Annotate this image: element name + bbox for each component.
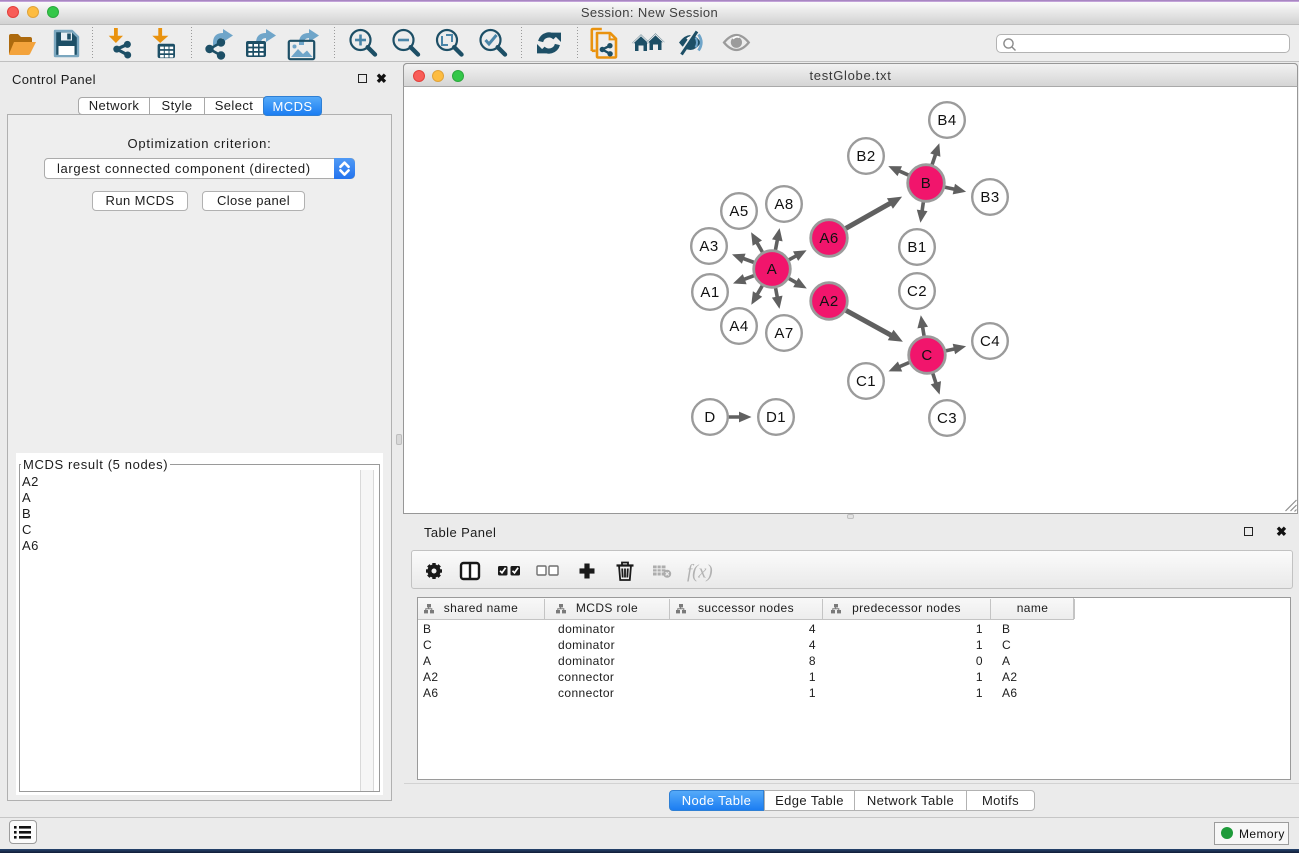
svg-text:D1: D1 [766, 409, 786, 426]
svg-text:B: B [921, 175, 931, 192]
svg-text:A8: A8 [774, 196, 793, 213]
svg-text:C3: C3 [937, 410, 957, 427]
svg-text:A6: A6 [819, 230, 838, 247]
svg-text:A: A [767, 261, 777, 278]
svg-text:A5: A5 [729, 203, 748, 220]
svg-text:B3: B3 [980, 189, 999, 206]
svg-text:A4: A4 [729, 318, 748, 335]
svg-text:C4: C4 [980, 333, 1000, 350]
svg-text:B1: B1 [907, 239, 926, 256]
svg-text:A2: A2 [819, 293, 838, 310]
svg-text:B4: B4 [937, 112, 956, 129]
svg-text:A1: A1 [700, 284, 719, 301]
svg-text:f(x): f(x) [687, 563, 713, 583]
svg-text:B2: B2 [856, 148, 875, 165]
svg-text:A7: A7 [774, 325, 793, 342]
svg-text:C: C [921, 347, 932, 364]
svg-text:D: D [704, 409, 715, 426]
svg-text:C1: C1 [856, 373, 876, 390]
svg-text:A3: A3 [699, 238, 718, 255]
svg-text:C2: C2 [907, 283, 927, 300]
